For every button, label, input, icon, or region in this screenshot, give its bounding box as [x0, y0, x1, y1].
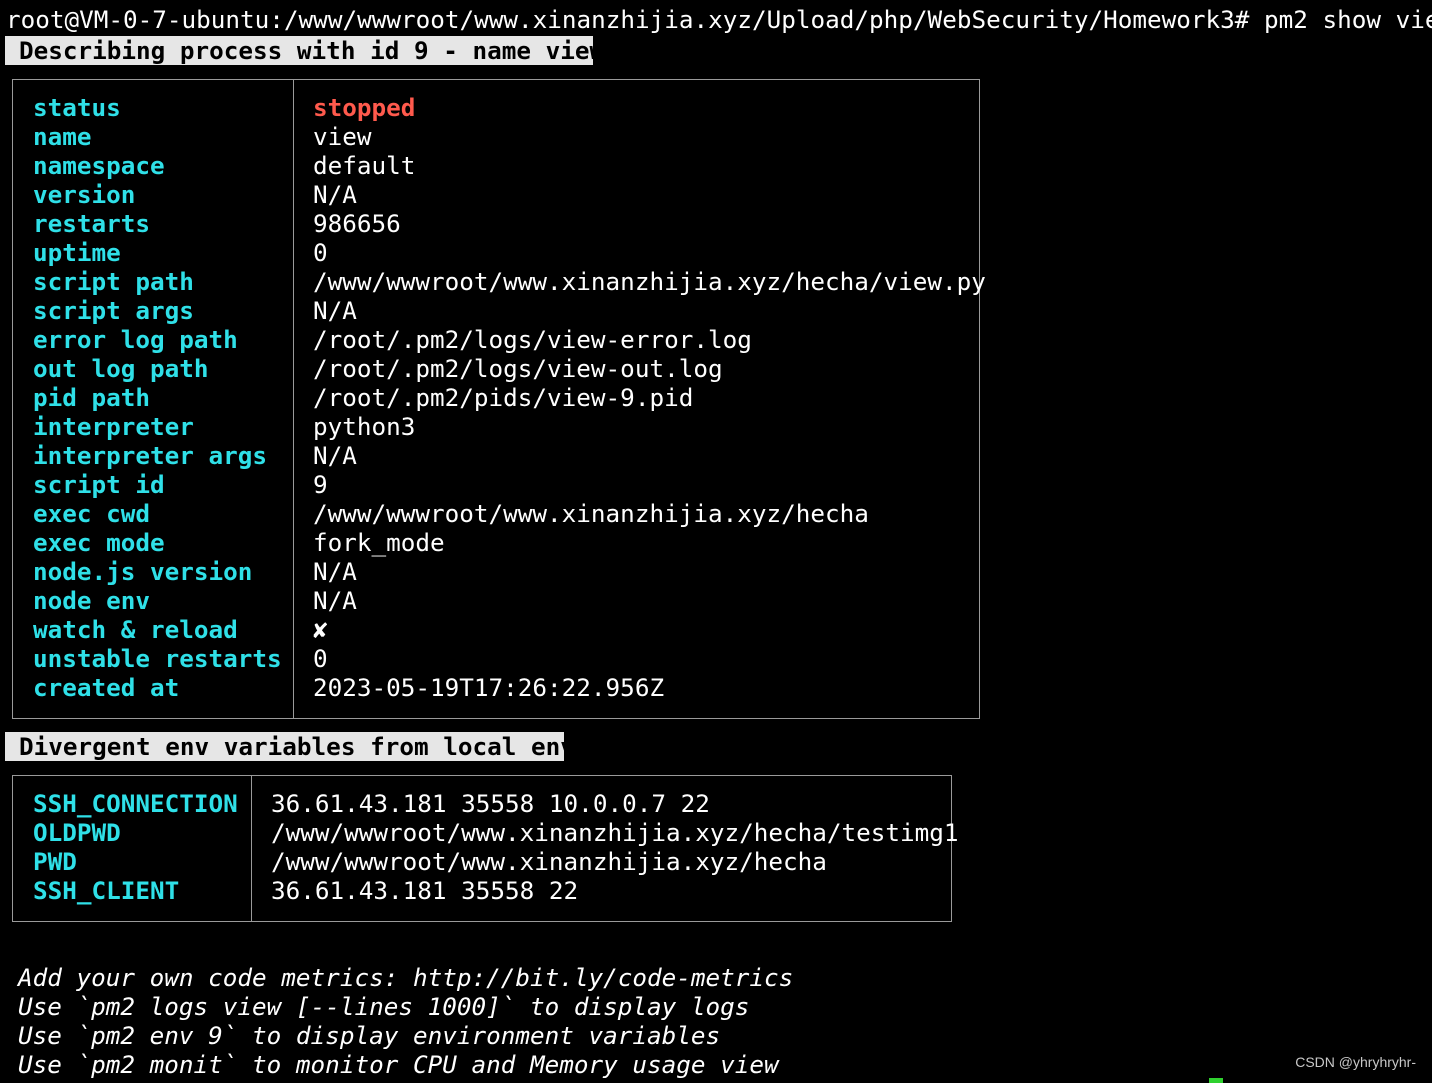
- table-row: SSH_CONNECTION 36.61.43.181 35558 10.0.0.…: [13, 789, 951, 818]
- table-row: exec mode fork_mode: [13, 528, 979, 557]
- watermark-text: CSDN @yhryhryhr-: [1295, 1054, 1416, 1070]
- property-key: uptime: [33, 238, 121, 267]
- env-variable-name: OLDPWD: [33, 818, 121, 847]
- env-variable-value: /www/wwwroot/www.xinanzhijia.xyz/hecha: [271, 847, 827, 876]
- table-row: error log path/root/.pm2/logs/view-error…: [13, 325, 979, 354]
- property-value: N/A: [313, 586, 357, 615]
- property-value: N/A: [313, 180, 357, 209]
- property-value: 0: [313, 238, 328, 267]
- property-value: stopped: [313, 93, 416, 122]
- property-value: 986656: [313, 209, 401, 238]
- table-row: restarts 986656: [13, 209, 979, 238]
- table-row: PWD/www/wwwroot/www.xinanzhijia.xyz/hech…: [13, 847, 951, 876]
- process-details-table: status stopped name view namespace default ver…: [12, 79, 986, 719]
- property-key: status: [33, 93, 121, 122]
- env-variables-header: Divergent env variables from local env: [5, 732, 575, 761]
- table-row: namespace default: [13, 151, 979, 180]
- hint-monitor: Use `pm2 monit` to monitor CPU and Memor…: [18, 1050, 779, 1079]
- property-key: out log path: [33, 354, 209, 383]
- property-value: /root/.pm2/pids/view-9.pid: [313, 383, 694, 412]
- property-key: watch & reload: [33, 615, 238, 644]
- hint-display-logs: Use `pm2 logs view [--lines 1000]` to di…: [18, 992, 750, 1021]
- table-row: out log path/root/.pm2/logs/view-out.log: [13, 354, 979, 383]
- property-key: pid path: [33, 383, 151, 412]
- property-value: N/A: [313, 557, 357, 586]
- table-row: node env N/A: [13, 586, 979, 615]
- property-key: script args: [33, 296, 194, 325]
- property-key: node.js version: [33, 557, 253, 586]
- property-value: 2023-05-19T17:26:22.956Z: [313, 673, 665, 702]
- property-key: interpreter args: [33, 441, 268, 470]
- env-variable-value: 36.61.43.181 35558 10.0.0.7 22: [271, 789, 710, 818]
- terminal-cursor: [1209, 1078, 1223, 1083]
- table-row: status stopped: [13, 93, 979, 122]
- table-row: uptime 0: [13, 238, 979, 267]
- property-key: version: [33, 180, 136, 209]
- property-value: /root/.pm2/logs/view-error.log: [313, 325, 752, 354]
- property-key: exec mode: [33, 528, 165, 557]
- env-variable-value: /www/wwwroot/www.xinanzhijia.xyz/hecha/t…: [271, 818, 959, 847]
- table-row: unstable restarts 0: [13, 644, 979, 673]
- property-key: interpreter: [33, 412, 194, 441]
- property-key: created at: [33, 673, 180, 702]
- property-key: unstable restarts: [33, 644, 282, 673]
- table-row: interpreter args N/A: [13, 441, 979, 470]
- property-value: 9: [313, 470, 328, 499]
- table-row: script path/www/wwwroot/www.xinanzhijia.…: [13, 267, 986, 296]
- property-key: script path: [33, 267, 194, 296]
- property-value: fork_mode: [313, 528, 445, 557]
- table-row: node.js version N/A: [13, 557, 979, 586]
- property-key: node env: [33, 586, 151, 615]
- table-row: SSH_CLIENT 36.61.43.181 35558 22: [13, 876, 951, 905]
- env-variable-name: SSH_CLIENT: [33, 876, 180, 905]
- property-value: default: [313, 151, 416, 180]
- property-key: name: [33, 122, 92, 151]
- table-row: OLDPWD/www/wwwroot/www.xinanzhijia.xyz/h…: [13, 818, 959, 847]
- table-row: exec cwd/www/wwwroot/www.xinanzhijia.xyz…: [13, 499, 979, 528]
- property-key: namespace: [33, 151, 165, 180]
- table-row: name view: [13, 122, 979, 151]
- property-value: /www/wwwroot/www.xinanzhijia.xyz/hecha/v…: [313, 267, 986, 296]
- property-value: ✘: [313, 615, 328, 644]
- table-row: pid path/root/.pm2/pids/view-9.pid: [13, 383, 979, 412]
- property-value: N/A: [313, 296, 357, 325]
- table-row: script args N/A: [13, 296, 979, 325]
- table-row: watch & reload ✘: [13, 615, 979, 644]
- property-key: script id: [33, 470, 165, 499]
- env-variables-table: SSH_CONNECTION 36.61.43.181 35558 10.0.0.…: [12, 775, 959, 922]
- property-value: view: [313, 122, 372, 151]
- property-value: /www/wwwroot/www.xinanzhijia.xyz/hecha: [313, 499, 869, 528]
- property-value: N/A: [313, 441, 357, 470]
- property-key: exec cwd: [33, 499, 151, 528]
- table-row: version N/A: [13, 180, 979, 209]
- describe-process-header: Describing process with id 9 - name view: [5, 36, 604, 65]
- table-row: script id 9: [13, 470, 979, 499]
- property-value: 0: [313, 644, 328, 673]
- hint-code-metrics: Add your own code metrics: http://bit.ly…: [18, 963, 794, 992]
- env-variable-name: SSH_CONNECTION: [33, 789, 238, 818]
- property-value: python3: [313, 412, 416, 441]
- property-value: /root/.pm2/logs/view-out.log: [313, 354, 723, 383]
- env-variable-name: PWD: [33, 847, 77, 876]
- table-row: interpreter python3: [13, 412, 979, 441]
- table-row: created at 2023-05-19T17:26:22.956Z: [13, 673, 979, 702]
- hint-display-env: Use `pm2 env 9` to display environment v…: [18, 1021, 721, 1050]
- command-prompt-line: root@VM-0-7-ubuntu:/www/wwwroot/www.xina…: [6, 5, 1432, 34]
- env-variable-value: 36.61.43.181 35558 22: [271, 876, 579, 905]
- property-key: error log path: [33, 325, 238, 354]
- property-key: restarts: [33, 209, 151, 238]
